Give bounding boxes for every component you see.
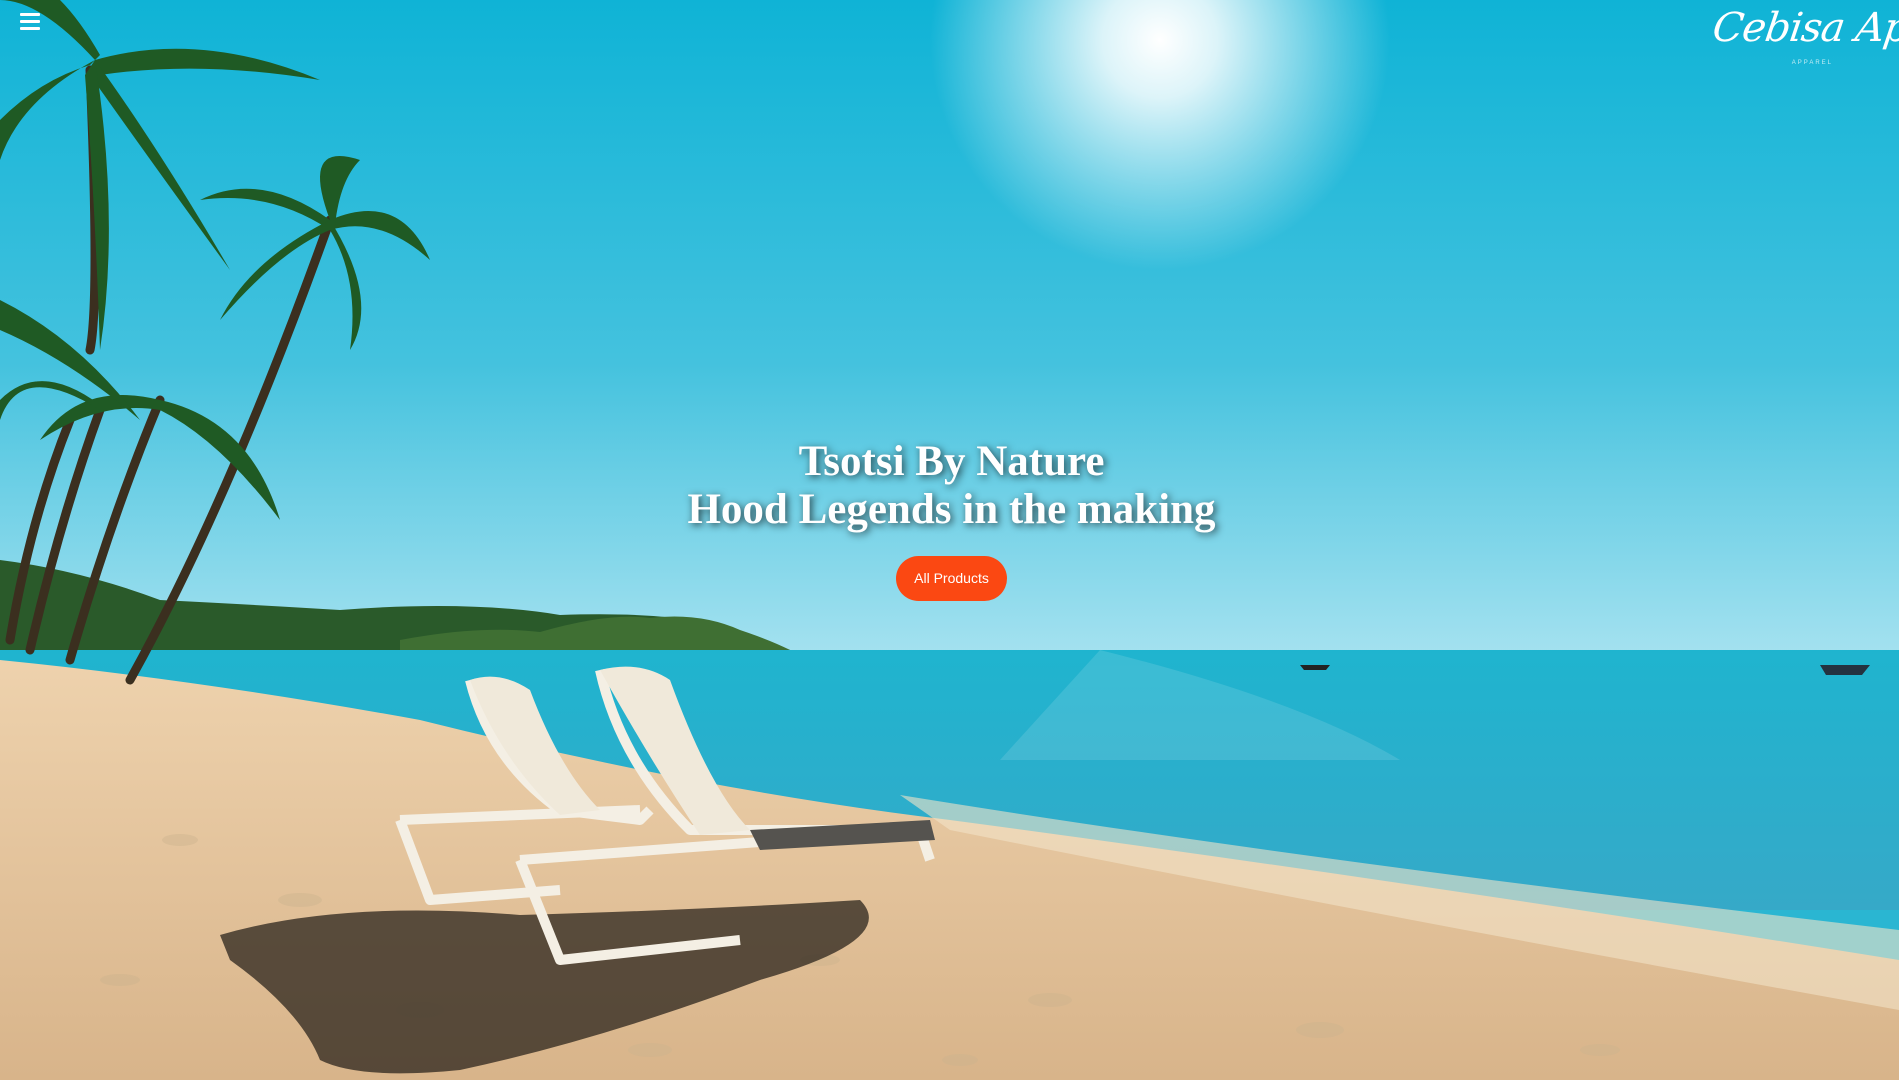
- hero-background-image: [0, 0, 1899, 1080]
- brand-logo-text: Cebisa Apparel: [1709, 5, 1899, 51]
- hamburger-menu-icon[interactable]: [18, 10, 42, 32]
- hero-headline-line-2: Hood Legends in the making: [687, 486, 1216, 533]
- hero-headline-line-1: Tsotsi By Nature: [798, 438, 1105, 485]
- hero-section: Cebisa Apparel APPAREL Tsotsi By Nature …: [0, 0, 1899, 1080]
- hero-headline: Tsotsi By Nature Hood Legends in the mak…: [0, 438, 1899, 534]
- menu-bar-bottom: [20, 27, 40, 30]
- menu-bar-top: [20, 13, 40, 16]
- all-products-button[interactable]: All Products: [896, 556, 1007, 601]
- brand-logo-tagline: APPAREL: [1791, 60, 1833, 66]
- brand-logo[interactable]: Cebisa Apparel APPAREL: [1710, 2, 1899, 70]
- menu-bar-middle: [20, 20, 40, 23]
